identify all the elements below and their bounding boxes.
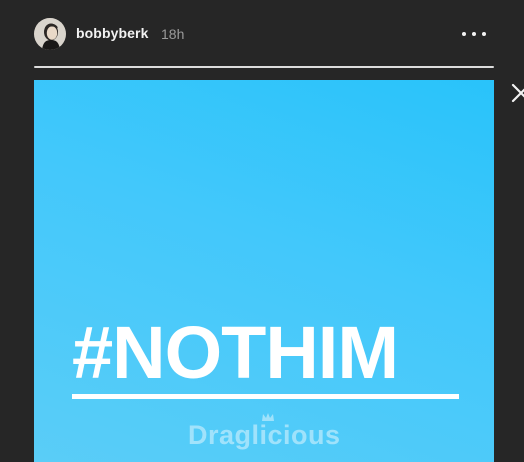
story-media[interactable]: #NOTHIM Draglicious [34,80,494,462]
story-viewer: bobbyberk 18h #NOTHIM Draglicious [0,0,524,462]
username[interactable]: bobbyberk [76,25,148,41]
more-dot-icon [482,32,486,36]
more-options-button[interactable] [462,24,486,44]
profile-photo-icon [34,18,66,50]
more-dot-icon [462,32,466,36]
avatar[interactable] [34,18,66,50]
crown-icon [262,413,274,421]
story-headline: #NOTHIM [72,311,399,394]
watermark-text: Draglicious [188,420,341,450]
watermark-logo: Draglicious [184,410,354,458]
close-icon [511,83,524,103]
story-progress-fill [34,66,494,68]
story-header: bobbyberk 18h [34,16,494,52]
more-dot-icon [472,32,476,36]
story-progress-bar [34,66,494,68]
headline-underline [72,394,459,399]
post-timestamp: 18h [161,26,185,42]
close-button[interactable] [510,82,524,104]
